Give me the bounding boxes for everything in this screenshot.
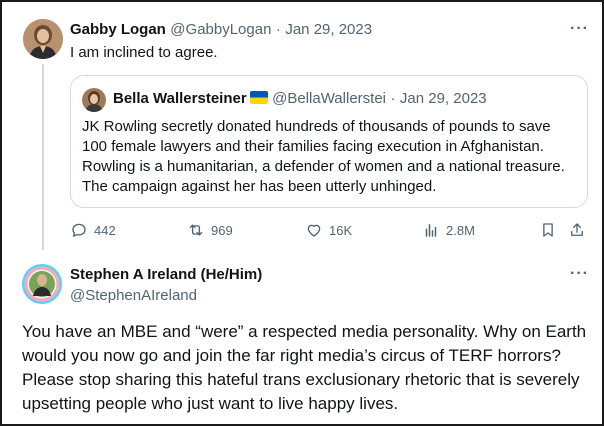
avatar-photo-icon <box>22 264 62 304</box>
quoted-tweet-header: Bella Wallersteiner @BellaWallerstei · J… <box>113 90 487 108</box>
avatar-photo-icon <box>82 88 106 112</box>
views-button[interactable]: 2.8M <box>422 221 475 239</box>
ukraine-flag-icon <box>249 91 268 104</box>
more-options-icon[interactable]: ··· <box>570 265 589 283</box>
share-button[interactable] <box>568 221 586 239</box>
gabby-logan-avatar[interactable] <box>23 19 63 59</box>
share-icon <box>571 223 583 236</box>
reply-author-name[interactable]: Stephen A Ireland (He/Him) <box>70 266 262 284</box>
reply-icon <box>72 223 86 238</box>
bella-wallersteiner-avatar <box>82 88 106 112</box>
avatar-photo-icon <box>23 19 63 59</box>
tweet-action-bar: 442 969 16K 2.8M <box>70 221 590 243</box>
tweet-thread-screenshot: Gabby Logan @GabbyLogan · Jan 29, 2023 ·… <box>0 0 604 426</box>
author-name[interactable]: Gabby Logan <box>70 21 166 38</box>
quoted-author-name: Bella Wallersteiner <box>113 90 247 107</box>
quoted-tweet-date: Jan 29, 2023 <box>399 90 487 107</box>
bookmark-button[interactable] <box>539 221 557 239</box>
thread-connector-line <box>42 64 44 250</box>
quoted-tweet-text: JK Rowling secretly donated hundreds of … <box>82 118 565 195</box>
retweet-icon <box>189 224 203 236</box>
main-tweet-header: Gabby Logan @GabbyLogan · Jan 29, 2023 <box>70 21 372 39</box>
retweet-count: 969 <box>211 222 233 238</box>
tweet-date[interactable]: Jan 29, 2023 <box>285 21 372 38</box>
quoted-tweet-card[interactable]: Bella Wallersteiner @BellaWallerstei · J… <box>70 75 588 208</box>
heart-icon <box>307 224 321 237</box>
views-chart-icon <box>425 224 437 237</box>
like-button[interactable]: 16K <box>305 221 352 239</box>
author-handle[interactable]: @GabbyLogan <box>170 21 271 38</box>
separator-dot: · <box>390 90 396 107</box>
separator-dot: · <box>275 21 281 38</box>
main-tweet-text: I am inclined to agree. <box>70 44 218 61</box>
reply-button[interactable]: 442 <box>70 221 116 239</box>
reply-author-handle[interactable]: @StephenAIreland <box>70 287 197 304</box>
like-count: 16K <box>329 222 353 238</box>
more-options-icon[interactable]: ··· <box>570 20 589 38</box>
quoted-author-handle: @BellaWallerstei <box>272 90 386 107</box>
bookmark-icon <box>543 223 553 237</box>
reply-count: 442 <box>94 222 116 238</box>
stephen-ireland-avatar[interactable] <box>22 264 62 304</box>
reply-tweet-text: You have an MBE and “were” a respected m… <box>22 322 587 413</box>
retweet-button[interactable]: 969 <box>187 221 233 239</box>
views-count: 2.8M <box>446 222 475 238</box>
